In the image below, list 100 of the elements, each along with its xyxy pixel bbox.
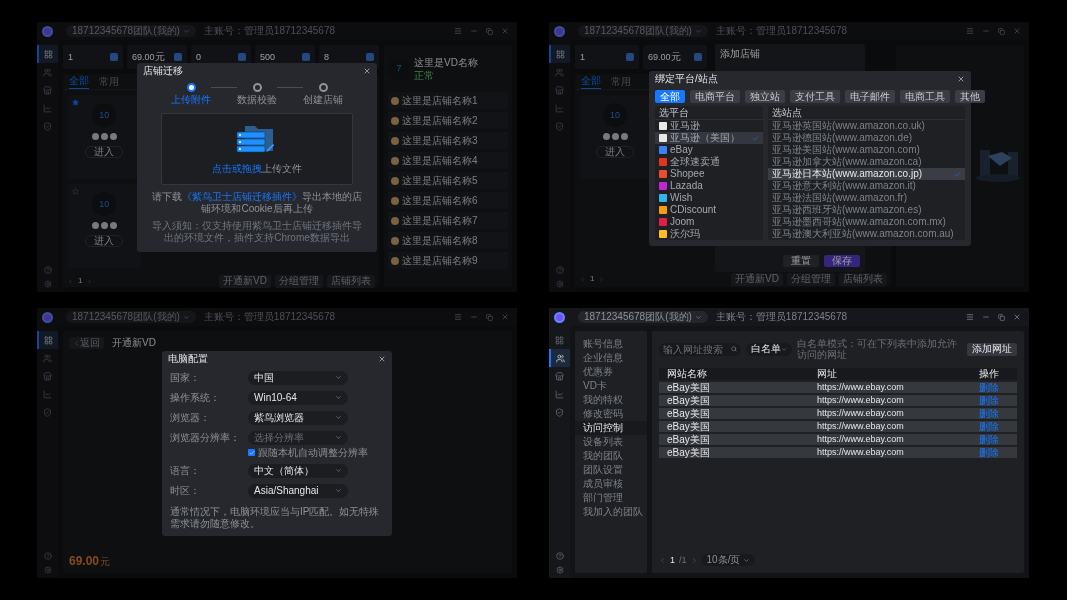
restore-icon[interactable] (998, 313, 1005, 321)
next-page-icon[interactable] (690, 556, 698, 564)
upload-area[interactable]: 点击或拖拽上传文件 (161, 112, 353, 185)
settings-icon[interactable] (43, 566, 52, 574)
help-icon[interactable] (43, 266, 52, 274)
mode-select[interactable]: 白名单 (746, 342, 792, 356)
settings-icon[interactable] (555, 566, 564, 574)
site-item[interactable]: 亚马逊澳大利亚站(www.amazon.com.au) (768, 228, 965, 240)
platform-item[interactable]: 全球速卖通 (655, 156, 763, 168)
prev-page-icon[interactable] (659, 556, 666, 564)
site-item[interactable]: 亚马逊日本站(www.amazon.co.jp) (768, 168, 965, 180)
team-selector[interactable]: 18712345678团队(我的) (578, 311, 708, 323)
category-tab[interactable]: 电子邮件 (845, 90, 895, 103)
site-item[interactable]: 亚马逊法国站(www.amazon.fr) (768, 192, 965, 204)
footer-button[interactable]: 分组管理 (275, 274, 323, 288)
settings-icon[interactable] (555, 280, 564, 288)
help-icon[interactable] (43, 552, 52, 560)
platform-item[interactable]: 亚马逊 (655, 120, 763, 132)
store-row[interactable]: 这里是店铺名称6 (388, 192, 508, 209)
menu-item[interactable]: 访问控制 (575, 421, 647, 435)
delete-link[interactable]: 删除 (979, 395, 1009, 406)
site-item[interactable]: 亚马逊美国站(www.amazon.com) (768, 144, 965, 156)
category-tab[interactable]: 电商平台 (690, 90, 740, 103)
menu-item[interactable]: 成员审核 (575, 477, 647, 491)
dialog-button[interactable]: 保存 (824, 255, 860, 267)
restore-icon[interactable] (998, 27, 1005, 35)
site-item[interactable]: 亚马逊墨西哥站(www.amazon.com.mx) (768, 216, 965, 228)
platform-item[interactable]: Shopee (655, 168, 763, 180)
select-field[interactable]: 中国 (248, 370, 348, 385)
menu-item[interactable]: VD卡 (575, 379, 647, 393)
minimize-icon[interactable] (982, 313, 990, 321)
menu-item[interactable]: 部门管理 (575, 491, 647, 505)
restore-icon[interactable] (486, 313, 493, 321)
close-icon[interactable] (1013, 313, 1021, 321)
site-item[interactable]: 亚马逊西班牙站(www.amazon.es) (768, 204, 965, 216)
next-page-icon[interactable] (86, 277, 94, 285)
back-button[interactable]: 返回 (69, 337, 104, 349)
select-field[interactable]: 选择分辨率 (248, 430, 348, 445)
team-selector[interactable]: 18712345678团队(我的) (578, 25, 708, 37)
menu-icon[interactable] (966, 27, 974, 35)
menu-item[interactable]: 团队设置 (575, 463, 647, 477)
store-row[interactable]: 这里是店铺名称7 (388, 212, 508, 229)
page-size-select[interactable]: 10条/页 (701, 554, 756, 566)
prev-page-icon[interactable] (579, 275, 586, 283)
nav-button[interactable] (37, 45, 58, 63)
menu-item[interactable]: 企业信息 (575, 351, 647, 365)
select-field[interactable]: Win10-64 (248, 390, 348, 405)
close-icon[interactable] (957, 75, 965, 83)
close-icon[interactable] (378, 354, 386, 363)
store-row[interactable]: 这里是店铺名称5 (388, 172, 508, 189)
team-selector[interactable]: 18712345678团队(我的) (66, 311, 196, 323)
star-icon[interactable] (72, 99, 79, 106)
platform-item[interactable]: 沃尔玛 (655, 228, 763, 240)
nav-button[interactable] (549, 45, 570, 63)
category-tab[interactable]: 全部 (655, 90, 685, 103)
dialog-button[interactable]: 重置 (783, 255, 819, 267)
menu-item[interactable]: 账号信息 (575, 337, 647, 351)
platform-item[interactable]: Lazada (655, 180, 763, 192)
select-field[interactable]: 紫鸟浏览器 (248, 410, 348, 425)
help-icon[interactable] (555, 266, 564, 274)
select-field[interactable]: Asia/Shanghai (248, 483, 348, 498)
close-icon[interactable] (363, 66, 371, 75)
menu-item[interactable]: 我的特权 (575, 393, 647, 407)
platform-item[interactable]: CDiscount (655, 204, 763, 216)
platform-item[interactable]: Wish (655, 192, 763, 204)
category-tab[interactable]: 其他 (955, 90, 985, 103)
store-row[interactable]: 这里是店铺名称4 (388, 152, 508, 169)
site-item[interactable]: 亚马逊意大利站(www.amazon.it) (768, 180, 965, 192)
site-item[interactable]: 亚马逊加拿大站(www.amazon.ca) (768, 156, 965, 168)
delete-link[interactable]: 删除 (979, 408, 1009, 419)
delete-link[interactable]: 删除 (979, 447, 1009, 458)
upload-link[interactable]: 点击或拖拽 (212, 163, 262, 174)
menu-icon[interactable] (454, 27, 462, 35)
footer-button[interactable]: 开通新VD (219, 274, 271, 288)
platform-item[interactable]: Joom (655, 216, 763, 228)
page-number[interactable]: 1 (78, 277, 83, 285)
delete-link[interactable]: 删除 (979, 421, 1009, 432)
menu-icon[interactable] (966, 313, 974, 321)
minimize-icon[interactable] (470, 313, 478, 321)
menu-item[interactable]: 修改密码 (575, 407, 647, 421)
minimize-icon[interactable] (982, 27, 990, 35)
star-icon[interactable] (72, 188, 79, 195)
next-page-icon[interactable] (598, 275, 606, 283)
checkbox[interactable] (248, 449, 255, 456)
store-row[interactable]: 这里是店铺名称1 (388, 92, 508, 109)
footer-button[interactable]: 店铺列表 (839, 272, 887, 286)
settings-icon[interactable] (43, 280, 52, 288)
team-selector[interactable]: 18712345678团队(我的) (66, 25, 196, 37)
search-field[interactable]: 输入网址搜索 (659, 342, 741, 356)
site-item[interactable]: 亚马逊德国站(www.amazon.de) (768, 132, 965, 144)
select-field[interactable]: 中文（简体） (248, 463, 348, 478)
platform-item[interactable]: 亚马逊（美国） (655, 132, 763, 144)
store-row[interactable]: 这里是店铺名称9 (388, 252, 508, 269)
site-item[interactable]: 亚马逊英国站(www.amazon.co.uk) (768, 120, 965, 132)
plugin-link[interactable]: 《紫鸟卫士店铺迁移插件》 (182, 190, 302, 202)
category-tab[interactable]: 独立站 (745, 90, 785, 103)
page-number[interactable]: 1 (590, 275, 595, 283)
page-number[interactable]: 1 (670, 555, 675, 565)
add-url-button[interactable]: 添加网址 (967, 342, 1017, 356)
menu-item[interactable]: 我的团队 (575, 449, 647, 463)
